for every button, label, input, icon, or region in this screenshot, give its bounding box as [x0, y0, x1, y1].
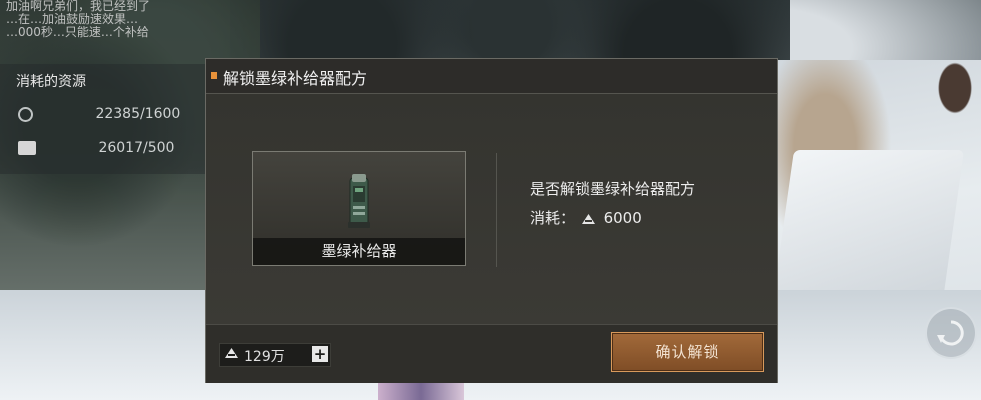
resource-value: 26017/500: [98, 140, 175, 156]
confirm-question: 是否解锁墨绿补给器配方: [530, 180, 696, 198]
animal-figure: [935, 58, 975, 118]
resource-panel: 消耗的资源 22385/1600 26017/500: [0, 64, 208, 174]
divider: [496, 153, 497, 267]
dialog-body: 墨绿补给器 是否解锁墨绿补给器配方 消耗： 6000: [206, 94, 777, 324]
hud-tip-line: …000秒…只能速…个补给: [6, 26, 149, 39]
confirm-unlock-button[interactable]: 确认解锁: [611, 332, 764, 372]
unlock-recipe-dialog: 解锁墨绿补给器配方 墨绿补给器 是否解锁墨绿补给器配方 消耗： 6000 129…: [205, 58, 778, 383]
hud-tip-text: 加油啊兄弟们，我已经到了 …在…加油鼓励速效果… …000秒…只能速…个补给: [6, 0, 206, 39]
material-balance: 129万 +: [219, 343, 331, 367]
dialog-header: 解锁墨绿补给器配方: [206, 59, 777, 94]
green-supply-device-icon: [348, 174, 370, 228]
cost-label: 消耗：: [530, 209, 576, 227]
hud-tip-line: …在…加油鼓励速效果…: [6, 13, 139, 26]
add-material-button[interactable]: +: [312, 346, 328, 362]
balance-value: 129万: [244, 349, 285, 365]
hud-tip-line: 加油啊兄弟们，我已经到了: [6, 0, 151, 13]
dialog-footer: 129万 + 确认解锁: [206, 324, 777, 383]
player-character: [378, 381, 464, 400]
action-button[interactable]: [925, 307, 977, 359]
supply-box-icon: [18, 141, 36, 155]
material-icon: [225, 348, 238, 358]
resource-panel-title: 消耗的资源: [16, 74, 86, 90]
rotate-icon: [937, 320, 964, 346]
cost-line: 消耗： 6000: [530, 207, 642, 228]
title-accent-mark: [211, 72, 217, 79]
resource-row: 26017/500: [18, 140, 174, 156]
cost-value: 6000: [603, 209, 642, 227]
item-name: 墨绿补给器: [253, 238, 465, 265]
gear-icon: [18, 106, 33, 122]
resource-row: 22385/1600: [18, 106, 180, 122]
item-card: 墨绿补给器: [252, 151, 466, 266]
dialog-title: 解锁墨绿补给器配方: [223, 69, 368, 88]
material-icon: [581, 213, 595, 224]
resource-value: 22385/1600: [95, 106, 181, 122]
